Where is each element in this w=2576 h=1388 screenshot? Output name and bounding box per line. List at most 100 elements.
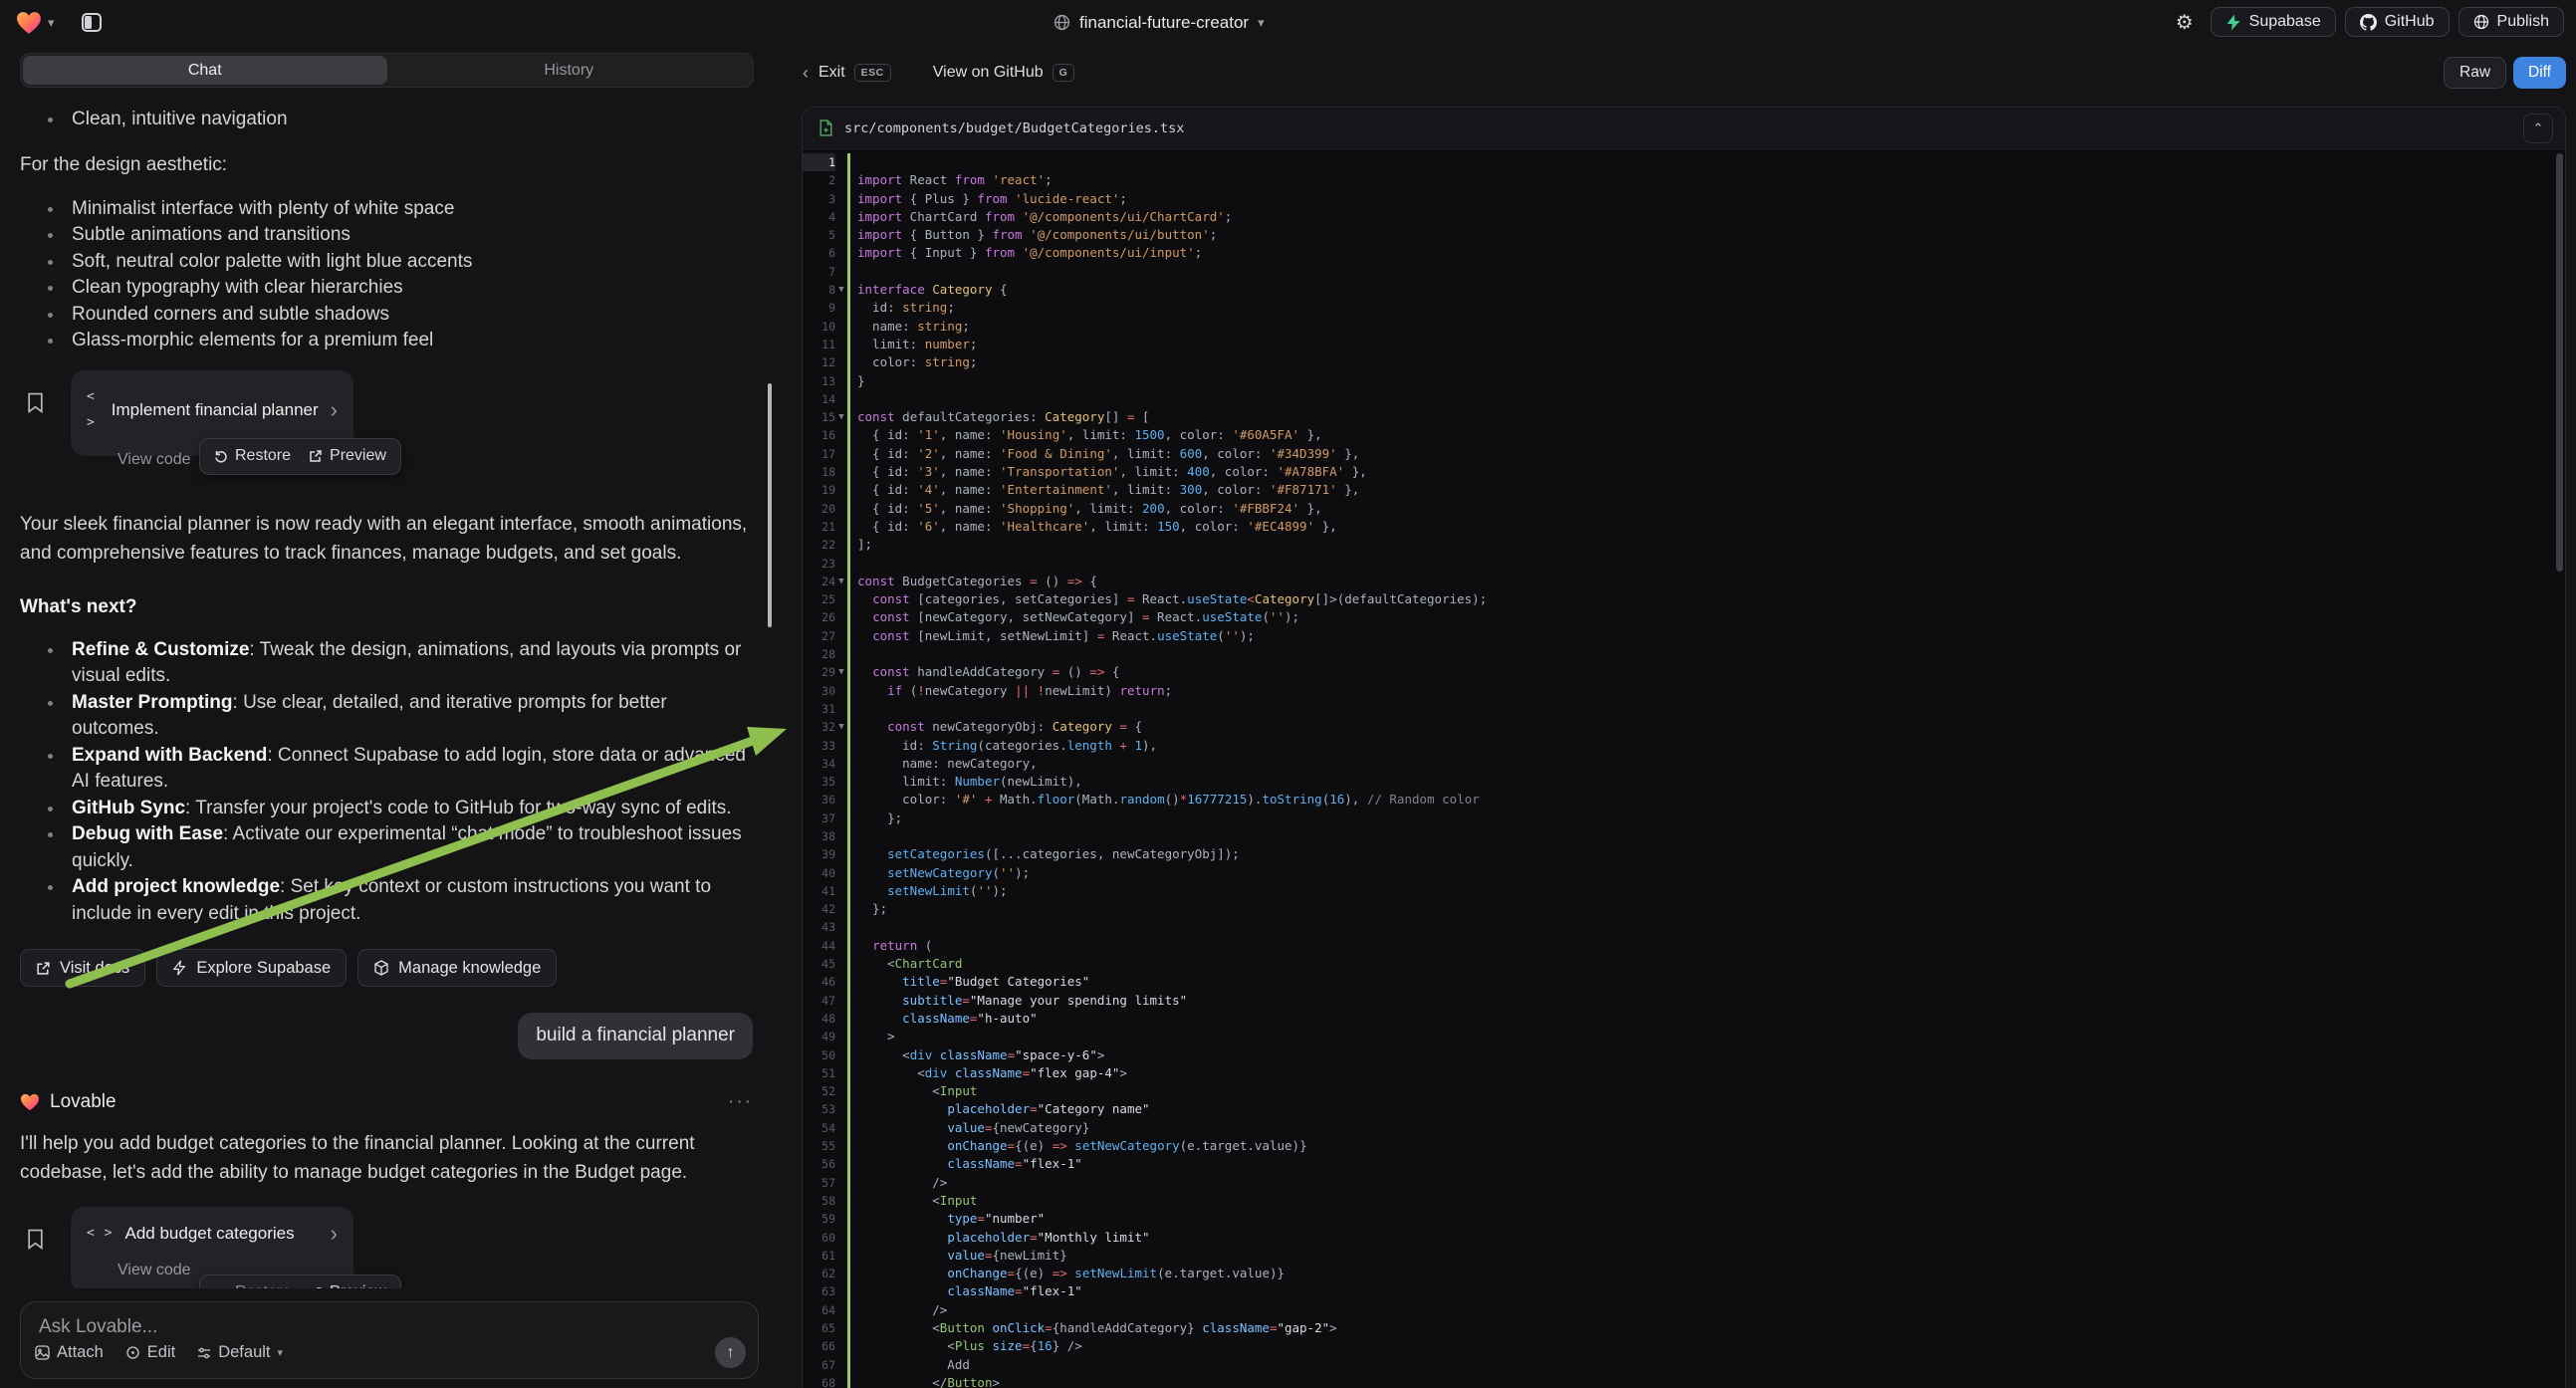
preview-button[interactable]: Preview [309, 443, 386, 470]
code-line: 2import React from 'react'; [803, 171, 2565, 189]
mode-selector[interactable]: Default ▾ [197, 1343, 283, 1362]
external-link-icon [309, 1286, 323, 1289]
code-line: 41 setNewLimit(''); [803, 882, 2565, 900]
chat-composer[interactable]: Ask Lovable... Attach Edit Default ▾ ↑ [20, 1301, 759, 1379]
visit-docs-button[interactable]: Visit docs [20, 949, 145, 987]
code-line: 28 [803, 645, 2565, 663]
list-item: GitHub Sync: Transfer your project's cod… [20, 796, 753, 822]
restore-icon [214, 1286, 228, 1289]
fold-chevron-icon[interactable]: ▼ [835, 281, 847, 299]
supabase-button[interactable]: Supabase [2211, 7, 2336, 37]
fold-spacer [835, 153, 847, 171]
fold-spacer [835, 755, 847, 773]
code-viewer-header: ‹ Exit ESC View on GitHub G Raw Diff [803, 53, 2566, 93]
fold-chevron-icon[interactable]: ▼ [835, 408, 847, 426]
chevron-left-icon[interactable]: ‹ [803, 63, 809, 84]
bookmark-icon[interactable] [27, 392, 44, 413]
restore-preview-toolbar: Restore Preview [199, 438, 401, 475]
file-header[interactable]: src/components/budget/BudgetCategories.t… [803, 108, 2565, 149]
code-scrollbar[interactable] [2556, 153, 2563, 572]
lovable-logo-icon[interactable] [16, 11, 42, 35]
chevron-down-icon[interactable]: ▾ [48, 15, 55, 31]
diff-added-gutter [847, 153, 850, 1388]
file-path: src/components/budget/BudgetCategories.t… [844, 120, 1184, 136]
fold-spacer [835, 336, 847, 353]
send-button[interactable]: ↑ [715, 1337, 746, 1368]
fold-spacer [835, 1319, 847, 1337]
view-on-github-button[interactable]: View on GitHub G [933, 64, 1075, 82]
edit-button[interactable]: Edit [125, 1343, 175, 1362]
fold-spacer [835, 1046, 847, 1064]
fold-spacer [835, 1192, 847, 1210]
code-line: 66 <Plus size={16} /> [803, 1337, 2565, 1355]
fold-spacer [835, 882, 847, 900]
settings-gear-button[interactable]: ⚙ [2168, 7, 2202, 37]
message-options-button[interactable]: ··· [728, 1089, 753, 1116]
lovable-heart-icon [20, 1093, 40, 1111]
fold-chevron-icon[interactable]: ▼ [835, 663, 847, 681]
preview-button[interactable]: Preview [309, 1279, 386, 1288]
explore-supabase-button[interactable]: Explore Supabase [156, 949, 347, 987]
restore-icon [214, 449, 228, 463]
exit-button[interactable]: Exit ESC [819, 64, 891, 82]
chat-scrollbar[interactable] [768, 383, 772, 627]
list-item: Soft, neutral color palette with light b… [20, 249, 753, 276]
tab-chat[interactable]: Chat [23, 56, 387, 85]
fold-spacer [835, 555, 847, 573]
restore-preview-toolbar: Restore Preview [199, 1274, 401, 1288]
fold-spacer [835, 1247, 847, 1265]
code-line: 39 setCategories([...categories, newCate… [803, 845, 2565, 863]
diff-toggle-button[interactable]: Diff [2513, 57, 2566, 89]
code-line: 7 [803, 263, 2565, 281]
fold-spacer [835, 445, 847, 463]
code-line: 17 { id: '2', name: 'Food & Dining', lim… [803, 445, 2565, 463]
code-line: 38 [803, 827, 2565, 845]
top-bar: ▾ financial-future-creator ▾ ⚙ Supabase … [0, 0, 2576, 45]
attach-button[interactable]: Attach [35, 1343, 104, 1362]
globe-icon [1054, 14, 1070, 31]
code-line: 4import ChartCard from '@/components/ui/… [803, 208, 2565, 226]
user-message: build a financial planner [518, 1013, 753, 1059]
list-item: Add project knowledge: Set key context o… [20, 874, 753, 927]
chat-message-list[interactable]: Clean, intuitive navigation For the desi… [0, 93, 775, 1288]
fold-chevron-icon[interactable]: ▼ [835, 718, 847, 736]
collapse-file-button[interactable]: ⌃ [2523, 114, 2553, 143]
manage-knowledge-button[interactable]: Manage knowledge [357, 949, 557, 987]
chat-input[interactable]: Ask Lovable... [39, 1316, 742, 1338]
github-button[interactable]: GitHub [2345, 7, 2450, 37]
code-line: 64 /> [803, 1301, 2565, 1319]
tab-history[interactable]: History [387, 56, 752, 85]
restore-button[interactable]: Restore [214, 1279, 291, 1288]
fold-spacer [835, 208, 847, 226]
fold-spacer [835, 737, 847, 755]
github-icon [2360, 14, 2377, 31]
supabase-bolt-icon [2225, 14, 2241, 31]
restore-button[interactable]: Restore [214, 443, 291, 470]
code-line: 35 limit: Number(newLimit), [803, 773, 2565, 791]
code-line: 40 setNewCategory(''); [803, 864, 2565, 882]
code-body[interactable]: 12import React from 'react';3import { Pl… [803, 150, 2565, 1388]
code-line: 10 name: string; [803, 318, 2565, 336]
fold-spacer [835, 810, 847, 827]
code-line: 46 title="Budget Categories" [803, 973, 2565, 991]
code-line: 13} [803, 372, 2565, 390]
bookmark-icon[interactable] [27, 1229, 44, 1250]
assistant-name: Lovable [50, 1089, 117, 1116]
fold-spacer [835, 1137, 847, 1155]
assistant-intro: I'll help you add budget categories to t… [20, 1129, 753, 1187]
quick-actions-row: Visit docs Explore Supabase Manage knowl… [20, 949, 753, 987]
raw-toggle-button[interactable]: Raw [2444, 57, 2506, 89]
fold-spacer [835, 590, 847, 608]
publish-button[interactable]: Publish [2459, 7, 2564, 37]
code-line: 9 id: string; [803, 299, 2565, 317]
fold-chevron-icon[interactable]: ▼ [835, 573, 847, 590]
list-item: Clean typography with clear hierarchies [20, 275, 753, 302]
esc-key-badge: ESC [854, 64, 891, 82]
sidebar-toggle-button[interactable] [75, 7, 109, 39]
project-selector[interactable]: financial-future-creator ▾ [1054, 0, 1265, 45]
code-line: 20 { id: '5', name: 'Shopping', limit: 2… [803, 500, 2565, 518]
chevron-right-icon[interactable]: › [331, 1226, 338, 1242]
chevron-right-icon[interactable]: › [331, 402, 338, 418]
design-bullet-list: Minimalist interface with plenty of whit… [20, 196, 753, 354]
fold-spacer [835, 992, 847, 1010]
